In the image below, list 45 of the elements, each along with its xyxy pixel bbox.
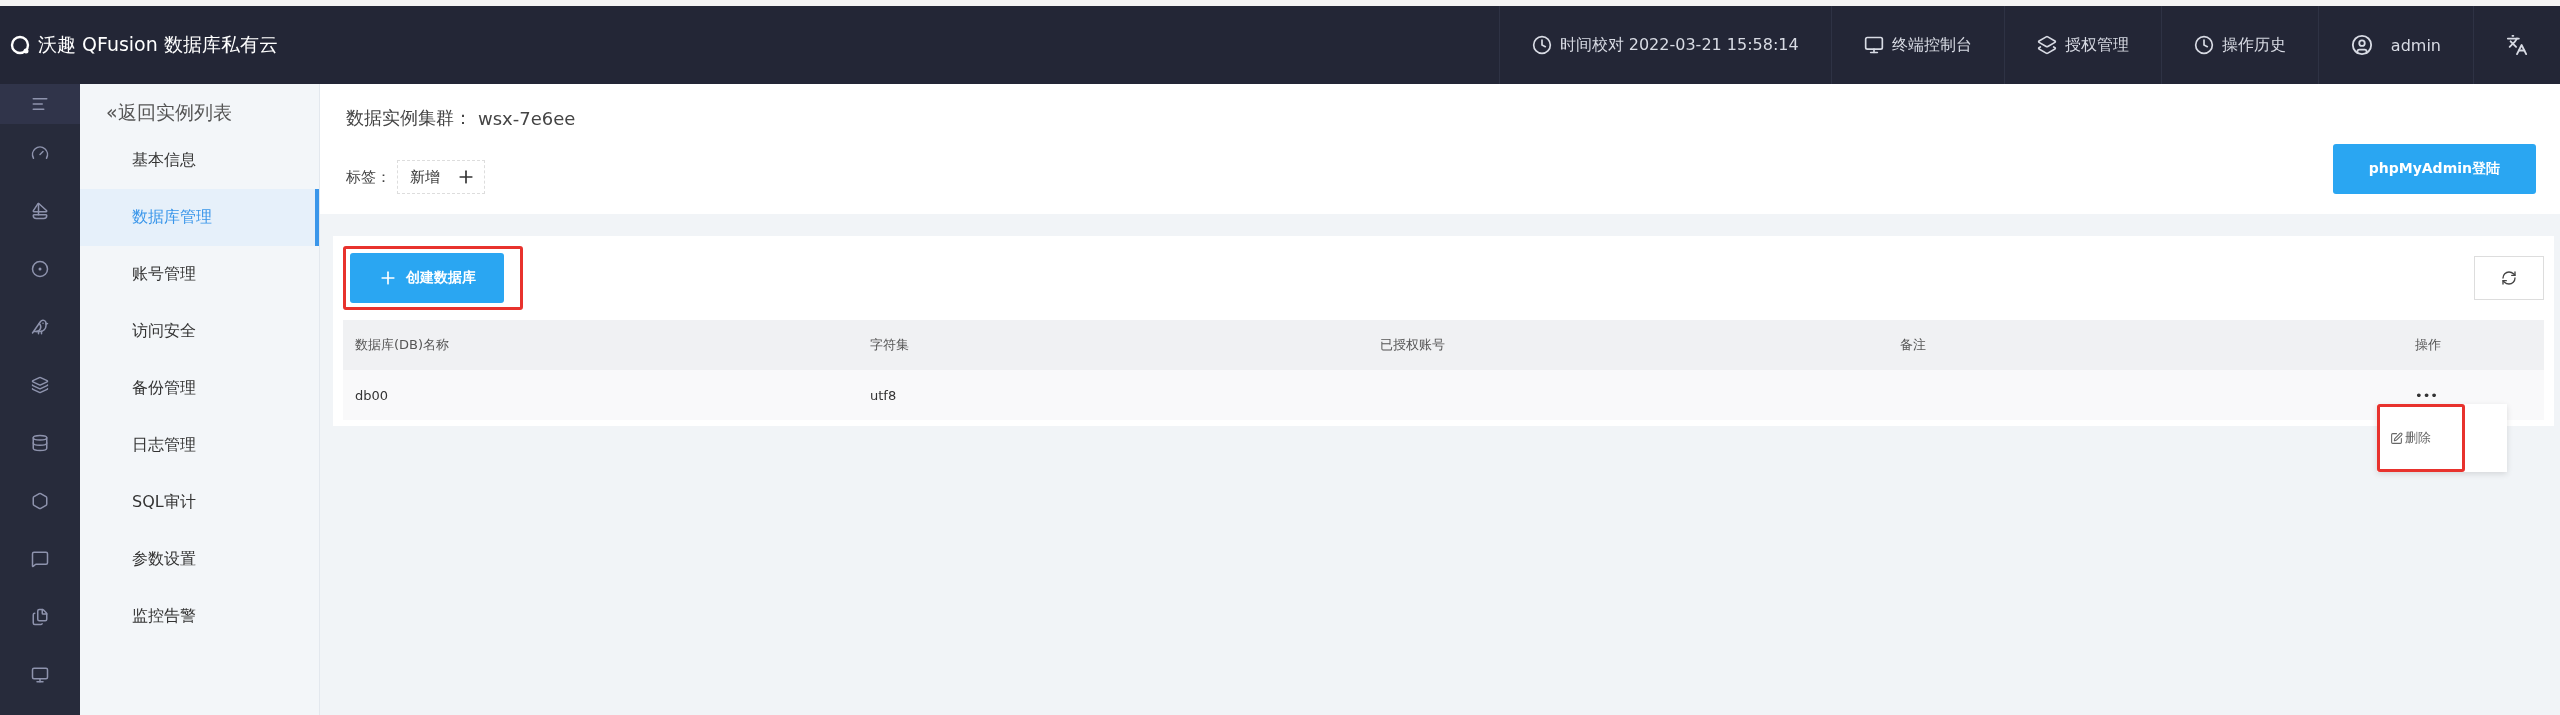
- gauge-icon: [31, 144, 49, 162]
- hexagon-icon: [31, 492, 49, 510]
- column-header: 备注: [1888, 320, 2403, 370]
- back-link[interactable]: «返回实例列表: [80, 100, 319, 132]
- refresh-button[interactable]: [2474, 256, 2544, 300]
- edit-icon: [2390, 431, 2403, 445]
- layers-icon: [2036, 35, 2057, 55]
- submenu-item[interactable]: 基本信息: [80, 132, 319, 189]
- sailboat-icon: [31, 202, 49, 220]
- layers-icon: [31, 376, 49, 394]
- submenu-item[interactable]: 监控告警: [80, 588, 319, 645]
- refresh-icon: [2501, 270, 2517, 286]
- submenu-item[interactable]: 备份管理: [80, 360, 319, 417]
- menu-toggle[interactable]: [0, 84, 80, 124]
- menu-icon: [31, 95, 49, 113]
- column-header: 字符集: [858, 320, 1368, 370]
- submenu-item[interactable]: 访问安全: [80, 303, 319, 360]
- monitor-icon: [1863, 35, 1884, 55]
- user-icon: [2350, 34, 2373, 56]
- clock-icon: [2193, 35, 2214, 55]
- submenu-item[interactable]: SQL审计: [80, 474, 319, 531]
- tags-label: 标签：: [346, 167, 391, 187]
- ring-icon: [31, 260, 49, 278]
- logo-icon: [10, 35, 30, 55]
- bird-icon: [31, 318, 49, 336]
- monitor-icon: [31, 666, 49, 684]
- column-header: 数据库(DB)名称: [343, 320, 858, 370]
- language-icon: [2506, 34, 2528, 56]
- submenu-item[interactable]: 账号管理: [80, 246, 319, 303]
- add-tag-button[interactable]: 新增: [397, 160, 485, 194]
- database-icon: [31, 434, 49, 452]
- clock-icon: [1531, 35, 1552, 55]
- delete-menu-item[interactable]: 删除: [2390, 429, 2431, 447]
- table-cell: db00: [343, 370, 858, 420]
- brand-title: 沃趣 QFusion 数据库私有云: [38, 32, 278, 57]
- chat-icon: [31, 550, 49, 568]
- cluster-name: wsx-7e6ee: [478, 107, 576, 129]
- submenu-item[interactable]: 日志管理: [80, 417, 319, 474]
- column-header: 操作: [2403, 320, 2544, 370]
- cluster-label: 数据实例集群：: [346, 106, 472, 130]
- more-button[interactable]: •••: [2415, 387, 2438, 403]
- documents-icon: [31, 608, 49, 626]
- submenu-item[interactable]: 参数设置: [80, 531, 319, 588]
- table-cell: utf8: [858, 370, 1368, 420]
- column-header: 已授权账号: [1368, 320, 1888, 370]
